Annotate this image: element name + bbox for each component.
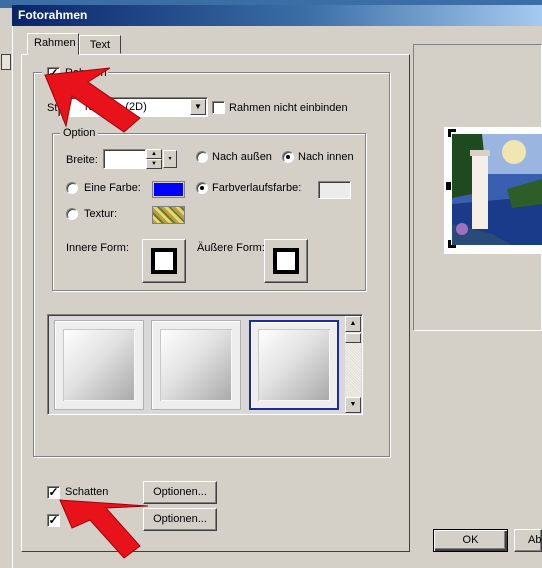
tab-rahmen[interactable]: Rahmen xyxy=(27,33,79,55)
red-arrow-bottom xyxy=(59,499,149,559)
annotation-arrows xyxy=(44,67,149,559)
red-arrow-top xyxy=(44,67,141,133)
tab-rahmen-label: Rahmen xyxy=(34,37,76,49)
